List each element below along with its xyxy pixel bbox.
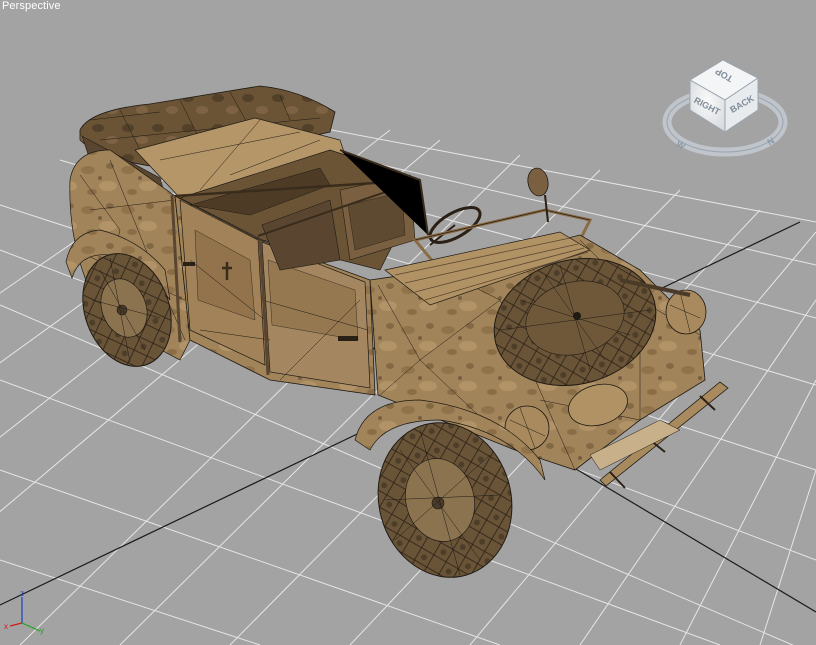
x-axis-line xyxy=(9,622,23,627)
vehicle-model[interactable] xyxy=(65,85,729,592)
front-door-handle[interactable] xyxy=(338,336,358,341)
viewport-canvas[interactable]: TOP RIGHT BACK W N z x y xyxy=(0,0,816,645)
perspective-viewport[interactable]: TOP RIGHT BACK W N z x y Perspective xyxy=(0,0,816,645)
x-axis-label: x xyxy=(4,622,8,631)
viewport-label[interactable]: Perspective xyxy=(2,0,61,12)
axis-tripod: z x y xyxy=(4,589,44,635)
viewcube[interactable]: TOP RIGHT BACK W N xyxy=(662,59,788,157)
z-axis-label: z xyxy=(20,589,24,598)
y-axis-line xyxy=(21,622,41,632)
y-axis-label: y xyxy=(40,626,44,635)
